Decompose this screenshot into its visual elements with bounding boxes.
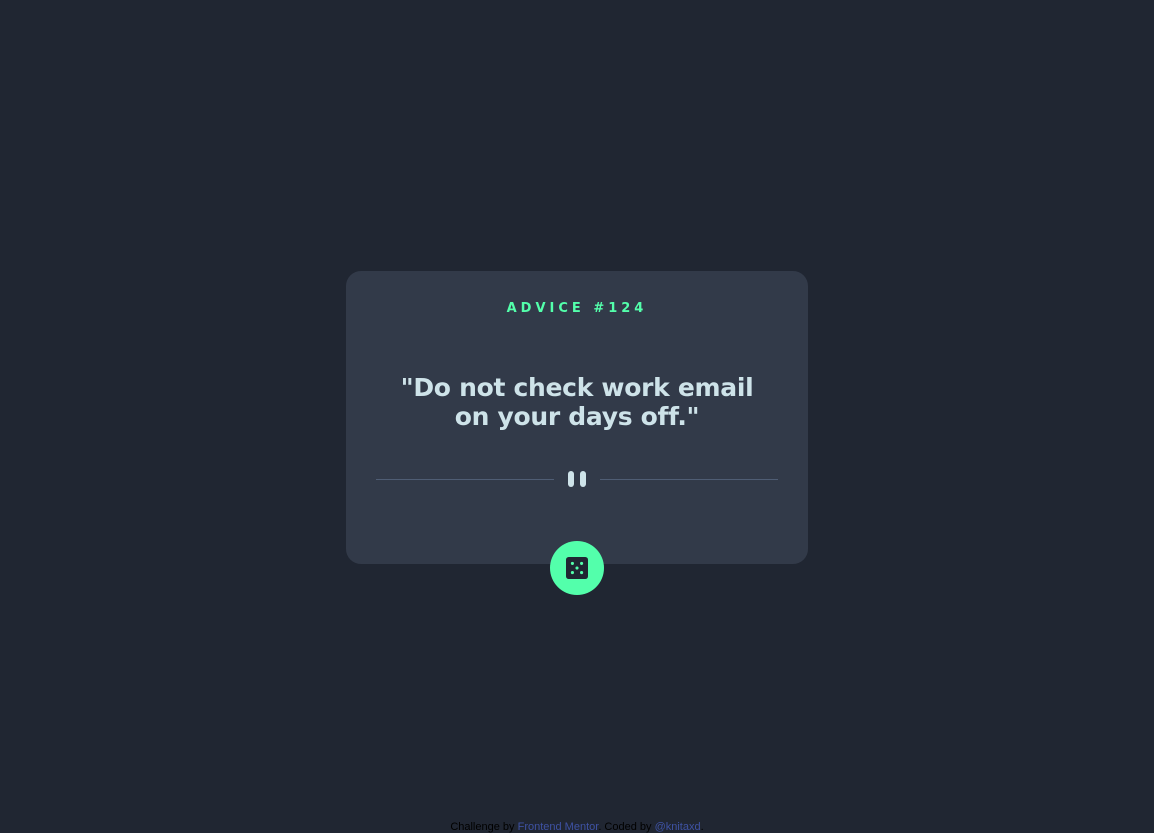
pattern-divider [376,470,778,488]
frontend-mentor-link[interactable]: Frontend Mentor [518,821,599,833]
dice-icon [566,557,588,579]
footer-middle: . Coded by [598,821,655,833]
advice-heading: ADVICE #124 [506,301,648,316]
pause-icon [568,471,586,487]
attribution-footer: Challenge by Frontend Mentor. Coded by @… [0,821,1154,833]
generate-advice-button[interactable] [550,541,604,595]
divider-line-right [600,479,778,480]
divider-line-left [376,479,554,480]
advice-card: ADVICE #124 "Do not check work email on … [346,271,808,564]
footer-suffix: . [700,821,704,833]
footer-prefix: Challenge by [450,821,518,833]
author-link[interactable]: @knitaxd [655,821,701,833]
advice-quote: "Do not check work email on your days of… [400,373,754,431]
